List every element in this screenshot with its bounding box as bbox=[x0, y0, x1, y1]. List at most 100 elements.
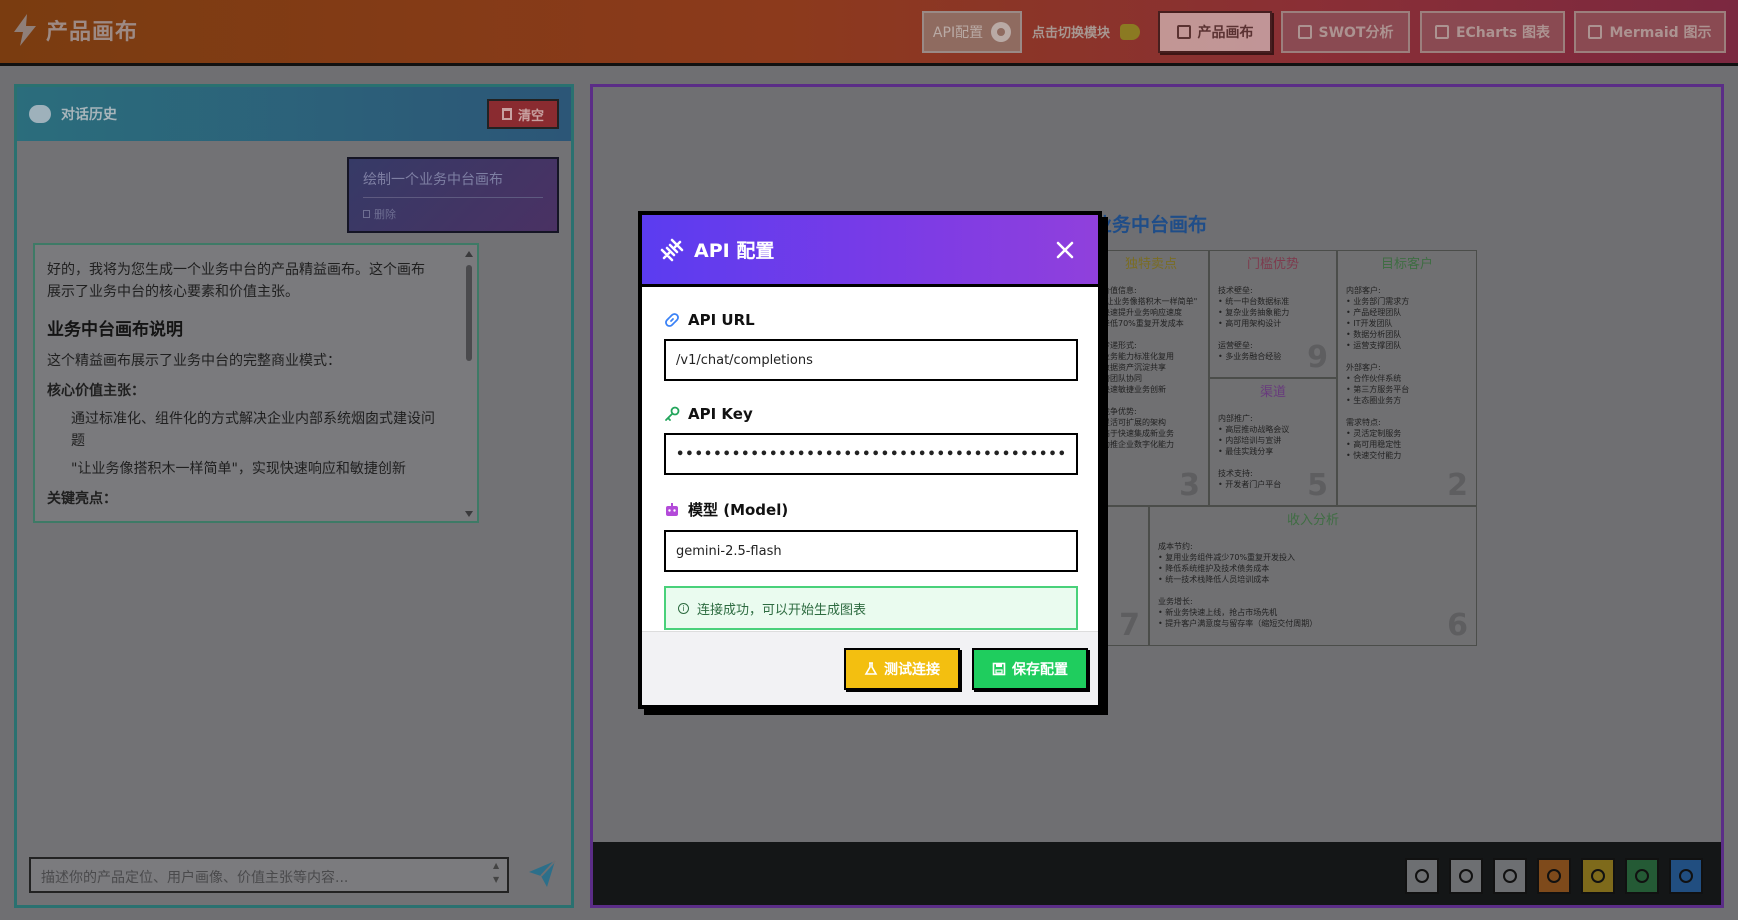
zoom-in-button[interactable] bbox=[1449, 858, 1483, 894]
cell-number: 6 bbox=[1447, 608, 1468, 643]
diagram-icon bbox=[1588, 25, 1603, 39]
image-icon bbox=[1635, 869, 1649, 883]
tab-label: 产品画布 bbox=[1197, 25, 1254, 41]
info-icon: i bbox=[678, 602, 689, 614]
cell-line: • 数据分析团队 bbox=[1346, 330, 1402, 339]
canvas-title: 业务中台画布 bbox=[1093, 214, 1208, 236]
save-config-button[interactable]: 保存配置 bbox=[972, 648, 1088, 690]
cell-line: 业务能力标准化复用 bbox=[1102, 352, 1174, 361]
canvas-cell-revenue: 收入分析 成本节约: • 复用业务组件减少70%重复开发投入 • 降低系统维护及技术… bbox=[1149, 506, 1477, 646]
api-config-label: API配置 bbox=[932, 25, 984, 41]
close-icon[interactable] bbox=[1054, 239, 1076, 261]
assistant-intro: 好的，我将为您生成一个业务中台的产品精益画布。这个画布展示了业务中台的核心要素和… bbox=[47, 262, 425, 300]
assistant-message: 好的，我将为您生成一个业务中台的产品精益画布。这个画布展示了业务中台的核心要素和… bbox=[33, 243, 479, 523]
cell-title: 门槛优势 bbox=[1246, 257, 1299, 272]
clear-label: 清空 bbox=[517, 108, 544, 124]
cell-body: 内部客户: • 业务部门需求方 • 产品经理团队 • IT开发团队 • 数据分析团队 • … bbox=[1338, 279, 1476, 467]
cell-line bbox=[1346, 351, 1468, 362]
cell-line: 外部客户: bbox=[1346, 363, 1381, 372]
input-resize-icon[interactable]: ▲ ▼ bbox=[493, 859, 505, 891]
lightning-icon bbox=[14, 14, 36, 46]
model-input[interactable] bbox=[664, 530, 1078, 572]
tab-echarts[interactable]: ECharts 图表 bbox=[1420, 11, 1565, 53]
scroll-up-icon[interactable] bbox=[465, 251, 473, 257]
module-switch-tip-text: 点击切换模块 bbox=[1032, 26, 1111, 41]
assistant-heading: 业务中台画布说明 bbox=[47, 320, 183, 340]
connection-status: i 连接成功，可以开始生成图表 bbox=[664, 586, 1078, 630]
tab-mermaid[interactable]: Mermaid 图示 bbox=[1574, 11, 1726, 53]
cell-line bbox=[1218, 329, 1328, 340]
core-value-title: 核心价值主张： bbox=[47, 383, 145, 399]
modal-footer: 测试连接 保存配置 bbox=[642, 631, 1098, 705]
key-icon bbox=[665, 406, 680, 421]
cell-line: 技术壁垒: bbox=[1218, 286, 1253, 295]
app-logo: 产品画布 bbox=[12, 14, 138, 46]
view-code-button[interactable] bbox=[1669, 858, 1703, 894]
module-switch-tip: 点击切换模块 bbox=[1032, 22, 1141, 41]
cell-line: 需求特点: bbox=[1346, 418, 1381, 427]
api-url-label-text: API URL bbox=[688, 311, 755, 329]
cell-line: • 内部培训与宣讲 bbox=[1218, 436, 1282, 445]
download-button[interactable] bbox=[1537, 858, 1571, 894]
chat-bubble-icon bbox=[29, 105, 51, 123]
cell-line: 成本节约: bbox=[1158, 542, 1193, 551]
model-label-text: 模型 (Model) bbox=[688, 501, 789, 519]
cell-line: • 最佳实践分享 bbox=[1218, 447, 1274, 456]
scroll-down-icon[interactable] bbox=[465, 511, 473, 517]
bar-chart-icon bbox=[1297, 25, 1312, 39]
cell-line: • 运营支撑团队 bbox=[1346, 341, 1402, 350]
message-scrollbar[interactable] bbox=[465, 251, 473, 517]
cell-body: 价值信息: "让业务像搭积木一样简单" 快速提升业务响应速度 降低70%重复开发成本 … bbox=[1094, 279, 1208, 456]
cell-number: 2 bbox=[1447, 468, 1468, 503]
cell-line: 数据资产沉淀共享 bbox=[1102, 363, 1166, 372]
cell-line: 传递形式: bbox=[1102, 341, 1137, 350]
tab-product-canvas[interactable]: 产品画布 bbox=[1158, 11, 1272, 53]
delete-message-button[interactable]: 删除 bbox=[363, 206, 543, 222]
cell-body: 成本节约: • 复用业务组件减少70%重复开发投入 • 降低系统维护及技术债务成本 •… bbox=[1150, 535, 1476, 635]
reset-button[interactable] bbox=[1493, 858, 1527, 894]
robot-icon bbox=[666, 502, 678, 516]
cell-line: • 高层推动战略会议 bbox=[1218, 425, 1290, 434]
send-icon[interactable] bbox=[527, 859, 557, 889]
test-connection-button[interactable]: 测试连接 bbox=[844, 648, 960, 690]
canvas-cell-channel: 渠道 内部推广: • 高层推动战略会议 • 内部培训与宣讲 • 最佳实践分享 技术支持… bbox=[1209, 378, 1337, 506]
cell-number: 7 bbox=[1119, 608, 1140, 643]
canvas-cell-customer: 目标客户 内部客户: • 业务部门需求方 • 产品经理团队 • IT开发团队 • 数据分… bbox=[1337, 250, 1477, 506]
export-image-button[interactable] bbox=[1625, 858, 1659, 894]
cell-line: • 降低系统维护及技术债务成本 bbox=[1158, 564, 1270, 573]
cell-title: 收入分析 bbox=[1286, 513, 1339, 528]
cell-line: • 新业务快速上线，抢占市场先机 bbox=[1158, 608, 1278, 617]
cell-line: 快速提升业务响应速度 bbox=[1102, 308, 1182, 317]
line-chart-icon bbox=[1434, 25, 1449, 39]
scroll-thumb[interactable] bbox=[466, 265, 472, 361]
cell-line: 业务增长: bbox=[1158, 597, 1193, 606]
cell-title: 渠道 bbox=[1259, 385, 1286, 400]
api-url-input[interactable] bbox=[664, 339, 1078, 381]
cell-line: • 快速交付能力 bbox=[1346, 451, 1402, 460]
trash-icon bbox=[501, 108, 512, 120]
zoom-out-button[interactable] bbox=[1405, 858, 1439, 894]
cell-line: 内部推广: bbox=[1218, 414, 1253, 423]
delete-label: 删除 bbox=[374, 208, 396, 221]
user-message-text: 绘制一个业务中台画布 bbox=[363, 169, 543, 198]
zoom-out-icon bbox=[1415, 869, 1429, 883]
chat-panel: 对话历史 清空 绘制一个业务中台画布 删除 好的，我将为您生成一个业务中台的产品… bbox=[14, 84, 574, 908]
modal-title: API 配置 bbox=[694, 240, 775, 262]
edit-icon bbox=[1176, 25, 1191, 39]
app-title: 产品画布 bbox=[46, 20, 139, 45]
cell-line: 竞争优势: bbox=[1102, 407, 1137, 416]
cell-line: • 产品经理团队 bbox=[1346, 308, 1402, 317]
chat-header: 对话历史 清空 bbox=[17, 87, 571, 141]
copy-button[interactable] bbox=[1581, 858, 1615, 894]
api-config-button[interactable]: API配置 bbox=[922, 11, 1022, 53]
user-message: 绘制一个业务中台画布 删除 bbox=[347, 157, 559, 233]
zoom-in-icon bbox=[1459, 869, 1473, 883]
tab-swot[interactable]: SWOT分析 bbox=[1281, 11, 1410, 53]
cell-line: 价值信息: bbox=[1102, 286, 1137, 295]
chat-input[interactable]: 描述你的产品定位、用户画像、价值主张等内容... bbox=[29, 857, 509, 893]
clear-history-button[interactable]: 清空 bbox=[487, 99, 559, 129]
cell-line: "让业务像搭积木一样简单" bbox=[1102, 297, 1198, 306]
api-key-input[interactable] bbox=[664, 433, 1078, 475]
cell-line: • 复杂业务抽象能力 bbox=[1218, 308, 1290, 317]
api-config-modal: API 配置 API URL API Key 模型 bbox=[638, 211, 1102, 709]
